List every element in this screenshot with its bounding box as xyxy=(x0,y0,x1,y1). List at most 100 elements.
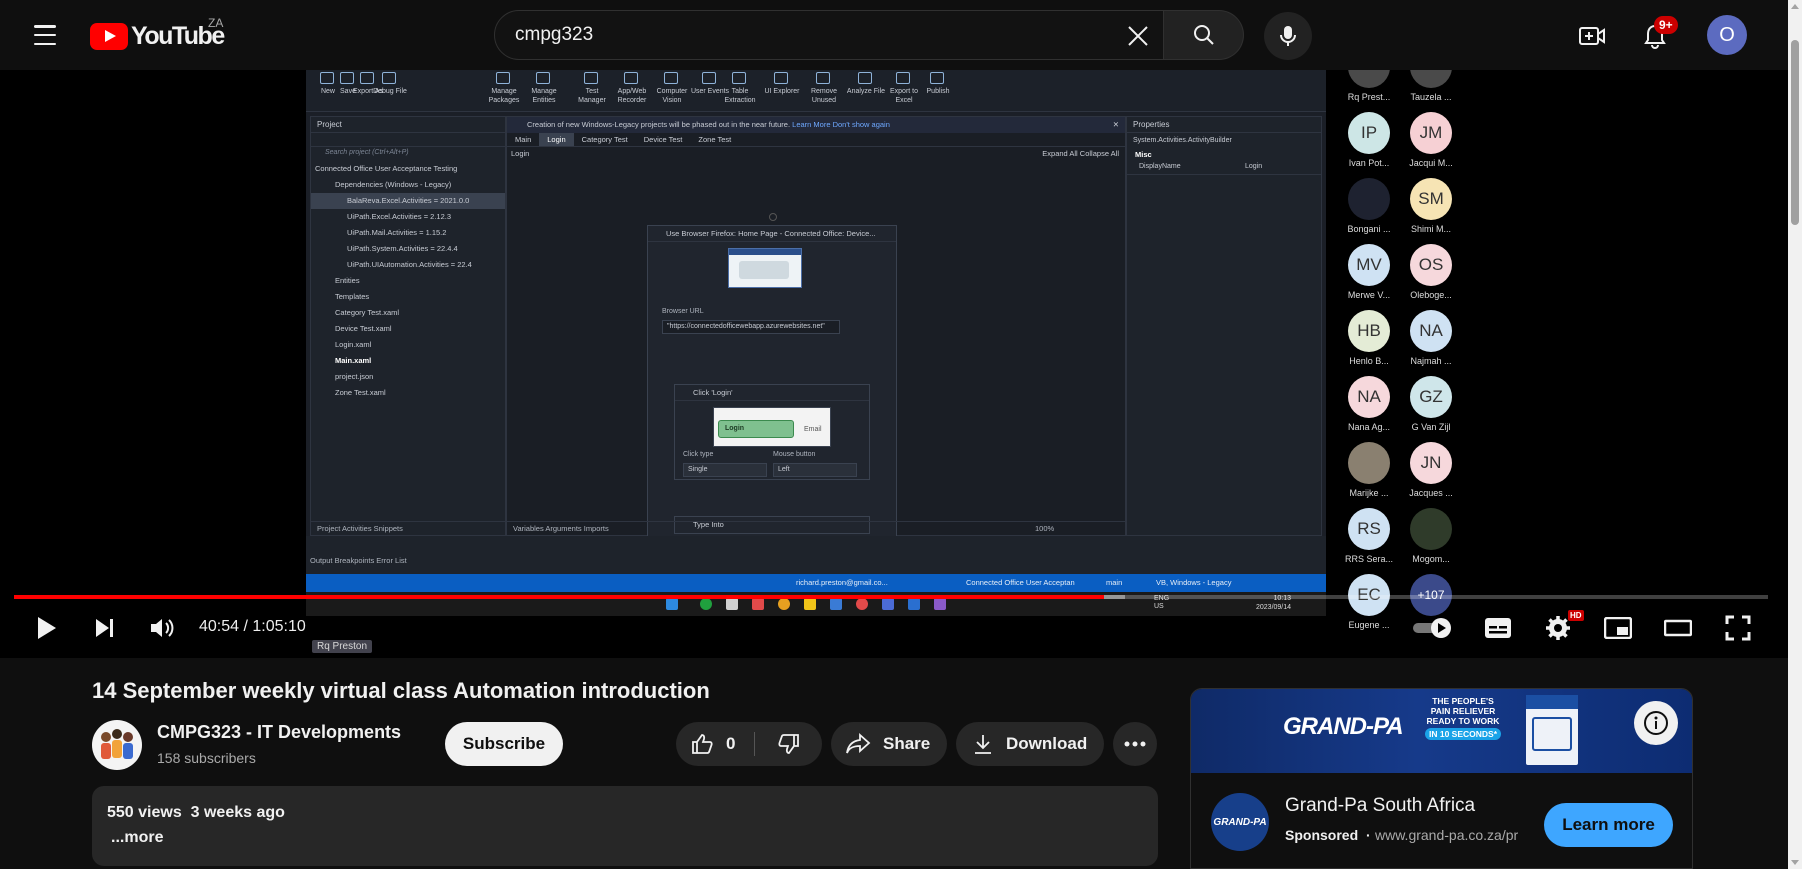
mute-button[interactable] xyxy=(144,610,180,646)
ribbon-item-label: UI Explorer xyxy=(764,88,800,95)
more-horizontal-icon xyxy=(1124,741,1146,747)
ad-learn-more-button[interactable]: Learn more xyxy=(1544,803,1673,847)
masthead: YouTube ZA 9+ O xyxy=(0,0,1788,70)
project-tree-item: Templates xyxy=(311,289,505,305)
ribbon-item-icon xyxy=(702,72,716,84)
participant-tile: GZ G Van Zijl xyxy=(1401,376,1461,438)
download-button[interactable]: Download xyxy=(956,722,1104,766)
clear-search-icon[interactable] xyxy=(1123,21,1153,51)
guide-menu-button[interactable] xyxy=(28,20,62,50)
project-tree-item-label: UiPath.Mail.Activities = 1.15.2 xyxy=(347,228,447,237)
microphone-icon xyxy=(1280,26,1296,46)
browser-url-label: Browser URL xyxy=(662,308,704,315)
participant-avatar: NA xyxy=(1410,310,1452,352)
search-box xyxy=(494,10,1164,60)
project-tree-item-label: UiPath.Excel.Activities = 2.12.3 xyxy=(347,212,452,221)
next-icon xyxy=(96,619,113,637)
sequence-header: Login Expand All Collapse All xyxy=(507,147,1125,161)
ribbon-item-icon xyxy=(930,72,944,84)
properties-type: System.Activities.ActivityBuilder xyxy=(1133,137,1232,144)
project-tree-item: UiPath.Mail.Activities = 1.15.2 xyxy=(311,225,505,241)
project-tree-item-label: UiPath.System.Activities = 22.4.4 xyxy=(347,244,458,253)
app-icon xyxy=(752,598,764,610)
autoplay-toggle[interactable] xyxy=(1410,610,1456,646)
participant-name: Henlo B... xyxy=(1349,356,1389,366)
subscribe-button[interactable]: Subscribe xyxy=(445,722,563,766)
output-panel: Output Breakpoints Error List xyxy=(306,536,1326,574)
youtube-logo[interactable]: YouTube xyxy=(90,22,225,51)
participant-avatar: RS xyxy=(1348,508,1390,550)
participant-tile: Tauzela ... xyxy=(1401,70,1461,108)
description-box[interactable]: 550 views 3 weeks ago ...more xyxy=(92,786,1158,866)
advertiser-logo[interactable]: GRAND-PA xyxy=(1211,793,1269,851)
search-input[interactable] xyxy=(515,24,1075,46)
status-project: Connected Office User Acceptan xyxy=(966,578,1075,587)
browser-screenshot-thumbnail xyxy=(728,248,802,288)
advertiser-name[interactable]: Grand-Pa South Africa xyxy=(1285,795,1475,817)
meeting-participants: Rq Prest... Tauzela ... IP Ivan Pot... JM Jac… xyxy=(1326,70,1461,630)
mouse-button-dropdown: Left xyxy=(773,463,857,477)
share-button[interactable]: Share xyxy=(831,722,947,766)
status-profile: VB, Windows - Legacy xyxy=(1156,578,1232,587)
document-tab: Zone Test xyxy=(698,135,732,144)
add-activity-icon xyxy=(769,213,777,221)
subtitles-icon xyxy=(1485,618,1511,638)
search-button[interactable] xyxy=(1164,10,1244,60)
account-avatar[interactable]: O xyxy=(1707,15,1747,55)
play-button[interactable] xyxy=(28,610,64,646)
download-label: Download xyxy=(1006,734,1088,753)
product-pack-image xyxy=(1526,695,1578,765)
project-search: Search project (Ctrl+Alt+P) xyxy=(325,149,409,156)
participant-avatar: SM xyxy=(1410,178,1452,220)
description-more-link[interactable]: ...more xyxy=(111,829,163,847)
video-add-icon xyxy=(1579,27,1605,45)
create-button[interactable] xyxy=(1572,18,1612,54)
dislike-button[interactable] xyxy=(755,722,822,766)
voice-search-button[interactable] xyxy=(1264,12,1312,60)
scroll-up-icon[interactable] xyxy=(1791,4,1799,9)
channel-avatar[interactable] xyxy=(92,720,142,770)
video-player[interactable]: New Save Export As Debug File Manage Package… xyxy=(0,70,1788,658)
document-tab: Category Test xyxy=(581,135,628,144)
view-count: 550 views xyxy=(107,804,182,821)
workflow-designer: Creation of new Windows-Legacy projects … xyxy=(506,116,1126,537)
progress-bar[interactable] xyxy=(14,595,1768,599)
miniplayer-icon xyxy=(1604,617,1632,639)
page-scrollbar[interactable] xyxy=(1788,0,1802,869)
project-tree-item: Connected Office User Acceptance Testing xyxy=(311,161,505,177)
ribbon-item-label: Test Manager xyxy=(578,88,606,104)
ad-card[interactable]: GRAND-PA THE PEOPLE'S PAIN RELIEVER READ… xyxy=(1190,688,1693,869)
project-tree-item-label: Login.xaml xyxy=(335,340,372,349)
fullscreen-button[interactable] xyxy=(1720,610,1756,646)
participant-name: G Van Zijl xyxy=(1411,422,1451,432)
participant-avatar xyxy=(1348,70,1390,88)
use-browser-activity: Use Browser Firefox: Home Page - Connect… xyxy=(647,225,897,537)
miniplayer-button[interactable] xyxy=(1600,610,1636,646)
ribbon-item-label: Debug File xyxy=(373,88,407,95)
more-actions-button[interactable] xyxy=(1113,722,1157,766)
upload-date: 3 weeks ago xyxy=(190,804,285,821)
participant-avatar: NA xyxy=(1348,376,1390,418)
scroll-down-icon[interactable] xyxy=(1791,860,1799,865)
next-button[interactable] xyxy=(86,610,122,646)
document-tab: Main xyxy=(515,135,532,144)
mouse-button-label: Mouse button xyxy=(773,451,816,458)
notification-count-badge: 9+ xyxy=(1654,16,1678,34)
ribbon-item-icon xyxy=(816,72,830,84)
windows-start-icon xyxy=(666,598,678,610)
ad-domain: www.grand-pa.co.za/pr xyxy=(1375,827,1519,843)
participant-avatar: JM xyxy=(1410,112,1452,154)
ad-info-button[interactable] xyxy=(1634,701,1678,745)
properties-row: DisplayName Login xyxy=(1127,161,1321,175)
ad-banner-image[interactable]: GRAND-PA THE PEOPLE'S PAIN RELIEVER READ… xyxy=(1191,689,1692,773)
hd-badge: HD xyxy=(1568,610,1584,621)
theater-mode-button[interactable] xyxy=(1660,610,1696,646)
project-tree-item-label: Zone Test.xaml xyxy=(335,388,386,397)
subtitles-button[interactable] xyxy=(1480,610,1516,646)
like-button[interactable]: 0 xyxy=(676,722,754,766)
channel-name[interactable]: CMPG323 - IT Developments xyxy=(157,722,401,743)
scrollbar-thumb[interactable] xyxy=(1791,40,1799,225)
ribbon-item-icon xyxy=(624,72,638,84)
like-dislike-group: 0 xyxy=(676,722,822,766)
participant-tile: Mogom... xyxy=(1401,508,1461,570)
